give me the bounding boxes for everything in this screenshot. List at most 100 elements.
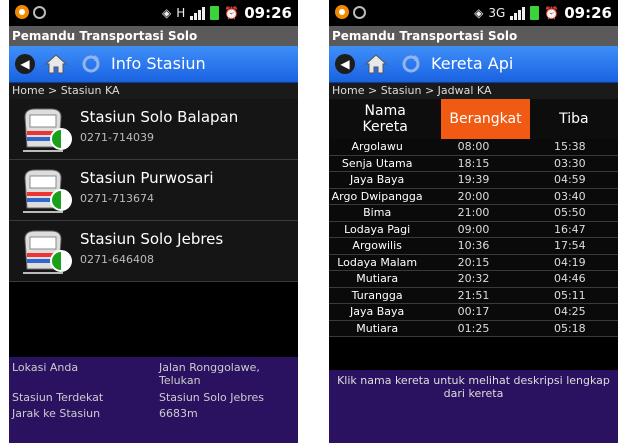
clock: 09:26 xyxy=(244,4,292,22)
station-list: Stasiun Solo Balapan 0271-714039 Stasiun… xyxy=(9,99,298,282)
depart-time-cell: 09:00 xyxy=(457,222,490,236)
train-icon xyxy=(23,230,72,274)
notification-ring-icon xyxy=(33,5,46,19)
home-button[interactable] xyxy=(44,52,68,76)
signal-icon xyxy=(510,6,526,20)
back-icon: ◀ xyxy=(15,54,35,74)
depart-time-cell: 20:15 xyxy=(457,255,490,269)
train-icon xyxy=(23,169,72,213)
station-list-item[interactable]: Stasiun Solo Balapan 0271-714039 xyxy=(9,99,298,160)
depart-time-cell: 20:00 xyxy=(457,189,490,203)
arrive-time-cell: 05:50 xyxy=(553,206,586,219)
depart-time-cell: 01:25 xyxy=(457,321,490,335)
alarm-icon: ⏰ xyxy=(544,6,560,20)
back-button[interactable]: ◀ xyxy=(333,52,357,76)
depart-time-cell: 20:32 xyxy=(457,272,490,285)
train-name-cell[interactable]: Jaya Baya xyxy=(329,304,425,320)
arrive-time-cell: 05:18 xyxy=(553,321,586,335)
nav-title: Kereta Api xyxy=(431,54,514,73)
station-name: Stasiun Purwosari xyxy=(80,169,214,187)
column-header-arrive[interactable]: Tiba xyxy=(530,99,618,139)
breadcrumb: Home > Stasiun KA xyxy=(9,83,298,99)
station-list-item[interactable]: Stasiun Purwosari 0271-713674 xyxy=(9,160,298,221)
gps-icon: ◈ xyxy=(474,6,484,20)
train-name-cell[interactable]: Turangga xyxy=(329,288,425,304)
column-header-depart[interactable]: Berangkat xyxy=(441,99,530,139)
refresh-button[interactable] xyxy=(399,52,423,76)
arrive-time-cell: 16:47 xyxy=(553,222,586,236)
phone-screen-train-schedule: ◈ 3G ⏰ 09:26 Pemandu Transportasi Solo ◀… xyxy=(329,0,618,443)
station-phone: 0271-714039 xyxy=(80,131,154,144)
gps-icon: ◈ xyxy=(162,6,172,20)
network-type-icon: 3G xyxy=(488,6,506,20)
arrive-time-cell: 04:46 xyxy=(553,272,586,285)
nearest-station-value: Stasiun Solo Jebres xyxy=(159,391,265,404)
schedule-table-header: Nama Kereta Berangkat Tiba xyxy=(329,99,618,139)
train-name-cell[interactable]: Argolawu xyxy=(329,139,425,155)
nav-title: Info Stasiun xyxy=(111,54,206,73)
column-header-name[interactable]: Nama Kereta xyxy=(329,99,441,139)
notification-ring-icon xyxy=(353,5,366,19)
train-name-cell[interactable]: Argo Dwipangga xyxy=(329,189,425,205)
table-row[interactable]: Jaya Baya 00:17 04:25 xyxy=(329,304,618,321)
signal-icon xyxy=(190,6,206,20)
home-icon xyxy=(45,54,67,74)
train-name-cell[interactable]: Lodaya Pagi xyxy=(329,222,425,238)
home-button[interactable] xyxy=(364,52,388,76)
arrive-time-cell: 04:19 xyxy=(553,255,586,269)
table-row[interactable]: Lodaya Pagi 09:00 16:47 xyxy=(329,222,618,238)
depart-time-cell: 19:39 xyxy=(457,173,490,186)
notification-icon xyxy=(15,5,29,19)
table-row[interactable]: Turangga 21:51 05:11 xyxy=(329,288,618,304)
location-value: Jalan Ronggolawe, Telukan xyxy=(159,361,260,387)
station-name: Stasiun Solo Balapan xyxy=(80,108,239,126)
depart-time-cell: 08:00 xyxy=(457,140,490,153)
train-name-cell[interactable]: Lodaya Malam xyxy=(329,255,425,271)
train-icon xyxy=(23,108,72,152)
status-bar: ◈ 3G ⏰ 09:26 xyxy=(329,0,618,26)
train-name-cell[interactable]: Bima xyxy=(329,205,425,221)
train-name-cell[interactable]: Senja Utama xyxy=(329,156,425,172)
depart-time-cell: 18:15 xyxy=(457,156,490,170)
table-row[interactable]: Argo Dwipangga 20:00 03:40 xyxy=(329,189,618,205)
station-name: Stasiun Solo Jebres xyxy=(80,230,224,248)
nearest-station-label: Stasiun Terdekat xyxy=(12,391,104,404)
table-row[interactable]: Mutiara 01:25 05:18 xyxy=(329,321,618,337)
table-row[interactable]: Argowilis 10:36 17:54 xyxy=(329,238,618,255)
station-phone: 0271-646408 xyxy=(80,253,154,266)
depart-time-cell: 21:51 xyxy=(457,288,490,302)
arrive-time-cell: 04:59 xyxy=(553,173,586,186)
table-row[interactable]: Bima 21:00 05:50 xyxy=(329,205,618,222)
battery-icon xyxy=(530,6,540,20)
arrive-time-cell: 03:40 xyxy=(553,189,586,203)
location-label: Lokasi Anda xyxy=(12,361,79,374)
table-row[interactable]: Lodaya Malam 20:15 04:19 xyxy=(329,255,618,271)
app-title: Pemandu Transportasi Solo xyxy=(9,26,298,46)
alarm-icon: ⏰ xyxy=(224,6,240,20)
arrive-time-cell: 15:38 xyxy=(553,140,586,153)
distance-value: 6683m xyxy=(159,407,198,420)
refresh-icon xyxy=(82,55,100,73)
arrive-time-cell: 17:54 xyxy=(553,239,586,252)
arrive-time-cell: 05:11 xyxy=(553,288,586,302)
train-name-cell[interactable]: Mutiara xyxy=(329,321,425,337)
station-phone: 0271-713674 xyxy=(80,192,154,205)
breadcrumb: Home > Stasiun > Jadwal KA xyxy=(329,83,618,99)
back-button[interactable]: ◀ xyxy=(13,52,37,76)
schedule-footnote: Klik nama kereta untuk melihat deskripsi… xyxy=(329,370,618,443)
station-list-item[interactable]: Stasiun Solo Jebres 0271-646408 xyxy=(9,221,298,282)
table-row[interactable]: Mutiara 20:32 04:46 xyxy=(329,271,618,288)
table-row[interactable]: Argolawu 08:00 15:38 xyxy=(329,139,618,156)
refresh-button[interactable] xyxy=(79,52,103,76)
table-row[interactable]: Senja Utama 18:15 03:30 xyxy=(329,156,618,172)
battery-icon xyxy=(210,6,220,20)
schedule-table-body: Argolawu 08:00 15:38 Senja Utama 18:15 03:30 J… xyxy=(329,139,618,337)
arrive-time-cell: 04:25 xyxy=(553,305,586,318)
nav-bar: ◀ Kereta Api xyxy=(329,46,618,83)
train-name-cell[interactable]: Mutiara xyxy=(329,271,425,287)
train-name-cell[interactable]: Argowilis xyxy=(329,238,425,254)
table-row[interactable]: Jaya Baya 19:39 04:59 xyxy=(329,172,618,189)
phone-screen-station-info: ◈ H ⏰ 09:26 Pemandu Transportasi Solo ◀ … xyxy=(9,0,298,443)
train-name-cell[interactable]: Jaya Baya xyxy=(329,172,425,188)
depart-time-cell: 21:00 xyxy=(457,206,490,219)
